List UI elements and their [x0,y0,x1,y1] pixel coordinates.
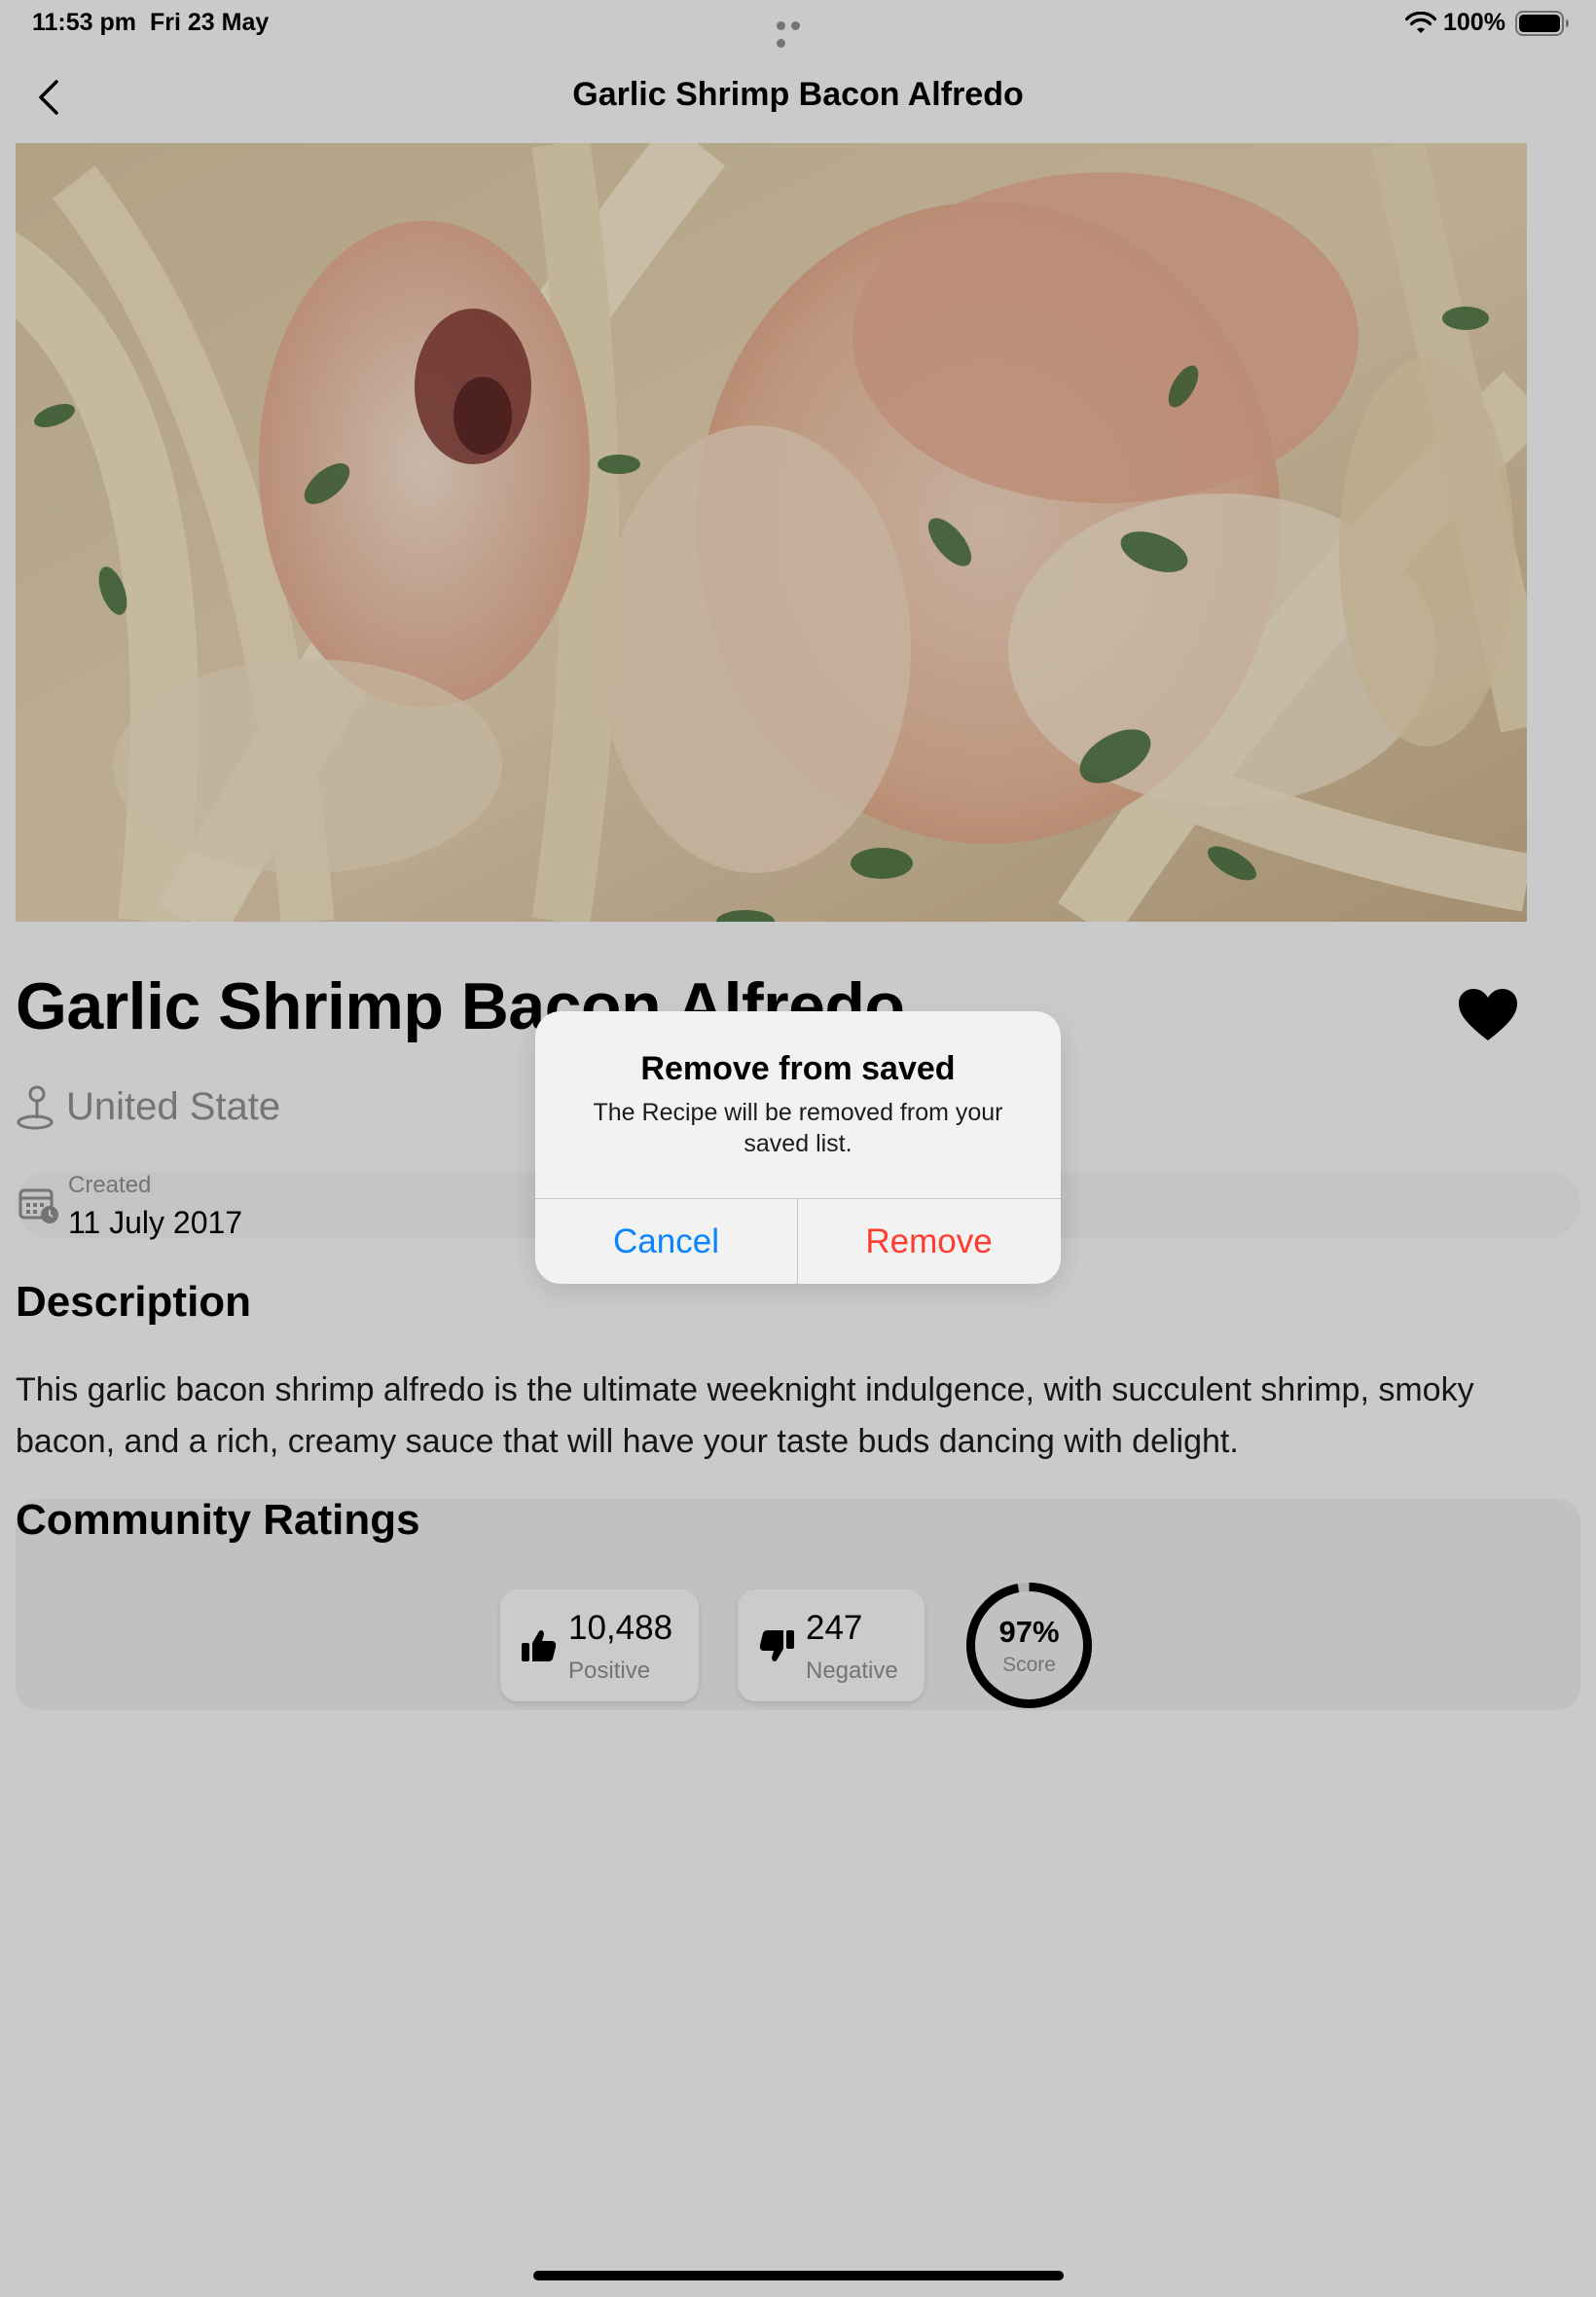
remove-button[interactable]: Remove [798,1199,1060,1284]
alert-message: The Recipe will be removed from your sav… [593,1099,1003,1157]
recipe-detail-screen: 11:53 pm Fri 23 May 100% Garlic Shrimp B… [0,0,1596,2297]
cancel-button[interactable]: Cancel [535,1199,797,1284]
home-indicator[interactable] [533,2271,1064,2280]
alert-title: Remove from saved [640,1050,956,1087]
remove-from-saved-alert: Remove from saved The Recipe will be rem… [535,1011,1061,1284]
